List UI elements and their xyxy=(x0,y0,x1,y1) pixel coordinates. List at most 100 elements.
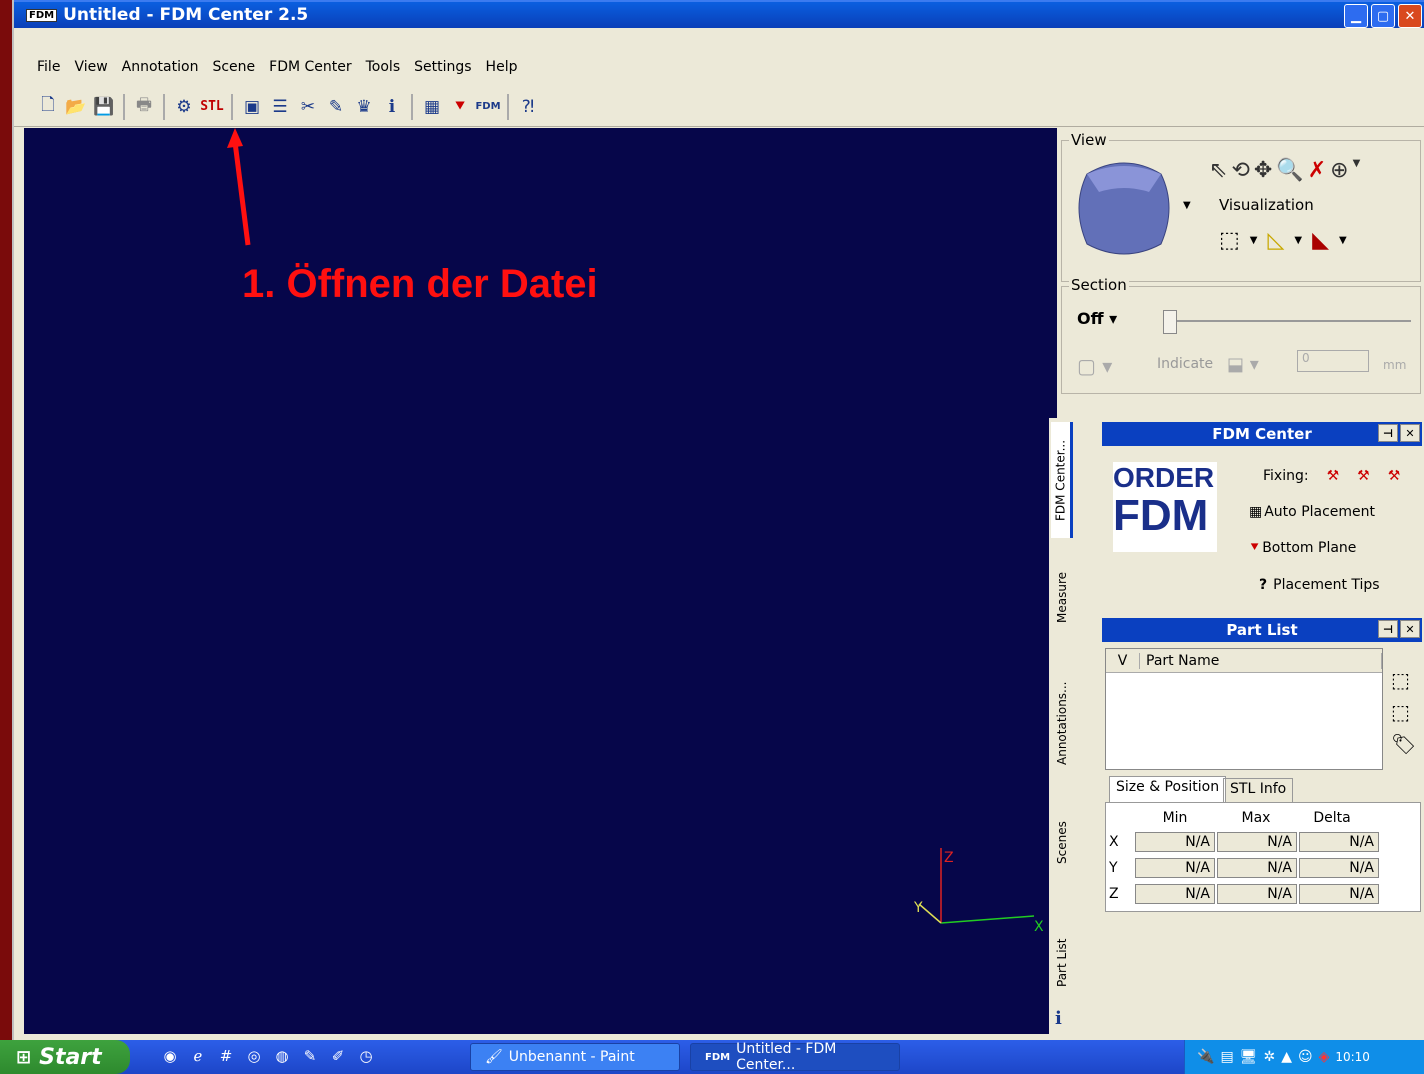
triangle-ruler-icon[interactable]: ◺ xyxy=(1268,228,1285,253)
bottom-plane-icon[interactable]: ⯆ xyxy=(446,93,474,121)
calculator-icon[interactable]: # xyxy=(216,1046,236,1066)
browser-icon[interactable]: ℯ xyxy=(188,1046,208,1066)
section-box-icon[interactable]: ▢ ▾ xyxy=(1077,354,1112,378)
annotation-arrow xyxy=(227,128,251,246)
minimize-button[interactable]: ▁ xyxy=(1344,4,1368,28)
zoom-icon[interactable]: 🔍 xyxy=(1276,158,1303,183)
clock[interactable]: 10:10 xyxy=(1335,1050,1370,1064)
fix-heavy-icon[interactable]: ⚒ xyxy=(1388,468,1401,484)
help-icon[interactable]: ⁈ xyxy=(514,93,542,121)
part-list-header: V Part Name xyxy=(1106,649,1382,673)
z-min-field: N/A xyxy=(1135,884,1215,904)
bottom-plane-icon: ⯆ xyxy=(1249,540,1261,556)
close-button[interactable]: ✕ xyxy=(1398,4,1422,28)
select-arrow-icon[interactable]: ⇖ xyxy=(1209,158,1227,183)
side-tab-fdm-center[interactable]: FDM Center... xyxy=(1051,422,1073,538)
fdm-panel-buttons: ⊣ ✕ xyxy=(1378,424,1420,442)
fix-light-icon[interactable]: ⚒ xyxy=(1327,468,1340,484)
rotate-icon[interactable]: ⟲ xyxy=(1231,158,1249,183)
part-list-table[interactable]: V Part Name xyxy=(1105,648,1383,770)
side-tab-annotations[interactable]: Annotations... xyxy=(1051,668,1073,778)
tab-size-position-label: Size & Position xyxy=(1116,779,1220,795)
section-plane-icon[interactable]: ◣ xyxy=(1312,228,1329,253)
start-label: Start xyxy=(39,1044,102,1070)
section-slider-track[interactable] xyxy=(1171,320,1411,322)
y-max-field: N/A xyxy=(1217,858,1297,878)
panel-close-icon[interactable]: ✕ xyxy=(1400,620,1420,638)
task-fdm-center[interactable]: FDM Untitled - FDM Center... xyxy=(690,1041,900,1073)
app-window: FDM Untitled - FDM Center 2.5 ▁ ▢ ✕ File… xyxy=(14,0,1424,1040)
axis-x-label: X xyxy=(1034,919,1044,935)
dropdown-icon[interactable]: ▼ xyxy=(1339,235,1347,246)
tab-stl-info[interactable]: STL Info xyxy=(1223,778,1294,802)
section-slider-thumb[interactable] xyxy=(1163,310,1177,334)
rotate-part-icon[interactable]: ⬚ xyxy=(1391,700,1416,724)
zoom-dropdown-icon[interactable]: ▼ xyxy=(1353,158,1361,183)
y-min-field: N/A xyxy=(1135,858,1215,878)
quicklaunch-app-icon[interactable]: ◉ xyxy=(160,1046,180,1066)
placement-tips-button[interactable]: ? Placement Tips xyxy=(1259,577,1380,593)
col-visible[interactable]: V xyxy=(1106,652,1140,669)
network-icon[interactable]: 🔌 xyxy=(1197,1049,1214,1065)
section-dropdown[interactable]: Off ▾ xyxy=(1077,309,1117,328)
brush-icon[interactable]: ✐ xyxy=(328,1046,348,1066)
quick-launch: ◉ ℯ # ◎ ◍ ✎ ✐ ◷ xyxy=(160,1046,376,1066)
z-max-field: N/A xyxy=(1217,884,1297,904)
task-label: Untitled - FDM Center... xyxy=(736,1041,837,1073)
x-max-field: N/A xyxy=(1217,832,1297,852)
side-tab-strip: FDM Center... Measure Annotations... Sce… xyxy=(1049,418,1077,1034)
auto-placement-icon[interactable]: ▦ xyxy=(418,93,446,121)
auto-placement-label: Auto Placement xyxy=(1264,504,1376,520)
side-tab-info-icon[interactable]: i xyxy=(1055,1008,1062,1029)
monitor-icon[interactable]: 🖥 xyxy=(1240,1049,1258,1065)
view-dropdown-icon[interactable]: ▼ xyxy=(1183,200,1191,211)
tool-icon[interactable]: ✎ xyxy=(300,1046,320,1066)
bottom-plane-button[interactable]: ⯆ Bottom Plane xyxy=(1249,540,1356,556)
media-icon[interactable]: ◎ xyxy=(244,1046,264,1066)
auto-placement-icon: ▦ xyxy=(1249,504,1263,520)
part-tools: ⬚ ⬚ 🏷 xyxy=(1391,668,1416,756)
indicate-icon[interactable]: ⬓ ▾ xyxy=(1227,354,1259,375)
unit-label: mm xyxy=(1383,358,1407,372)
fdm-center-title: FDM Center ⊣ ✕ xyxy=(1102,422,1422,446)
size-row-x: X N/A N/A N/A xyxy=(1109,832,1379,852)
dropdown-icon[interactable]: ▼ xyxy=(1250,235,1258,246)
x-min-field: N/A xyxy=(1135,832,1215,852)
section-label: Section xyxy=(1069,276,1129,294)
side-tab-measure[interactable]: Measure xyxy=(1051,558,1073,638)
antivirus-icon[interactable]: ◈ xyxy=(1319,1049,1330,1065)
gear-tray-icon[interactable]: ✲ xyxy=(1263,1049,1275,1065)
col-part-name[interactable]: Part Name xyxy=(1140,652,1382,669)
wireframe-cube-icon[interactable]: ⬚ xyxy=(1219,228,1240,253)
clock-app-icon[interactable]: ◷ xyxy=(356,1046,376,1066)
side-tab-part-list[interactable]: Part List xyxy=(1051,928,1073,998)
task-paint[interactable]: 🖌 Unbenannt - Paint xyxy=(470,1043,680,1071)
fdm-icon[interactable]: FDM xyxy=(474,93,502,121)
menu-help[interactable]: Help xyxy=(479,59,525,75)
scale-part-icon[interactable]: ⬚ xyxy=(1391,668,1416,692)
zoom-box-icon[interactable]: ✗ xyxy=(1308,158,1326,183)
start-button[interactable]: ⊞ Start xyxy=(0,1040,130,1074)
side-tab-scenes[interactable]: Scenes xyxy=(1051,808,1073,878)
menu-settings[interactable]: Settings xyxy=(407,59,478,75)
chat-icon[interactable]: ☺ xyxy=(1298,1049,1313,1065)
panel-close-icon[interactable]: ✕ xyxy=(1400,424,1420,442)
zoom-in-icon[interactable]: ⊕ xyxy=(1330,158,1348,183)
order-fdm-logo[interactable]: ORDER FDM xyxy=(1113,462,1217,552)
desktop: FDM Untitled - FDM Center 2.5 ▁ ▢ ✕ File… xyxy=(0,0,1424,1074)
auto-placement-button[interactable]: ▦ Auto Placement xyxy=(1249,504,1375,520)
maximize-button[interactable]: ▢ xyxy=(1371,4,1395,28)
tag-icon[interactable]: 🏷 xyxy=(1391,732,1416,756)
pin-icon[interactable]: ⊣ xyxy=(1378,620,1398,638)
firefox-icon[interactable]: ◍ xyxy=(272,1046,292,1066)
pin-icon[interactable]: ⊣ xyxy=(1378,424,1398,442)
system-tray: 🔌 ▤ 🖥 ✲ ▲ ☺ ◈ 10:10 xyxy=(1184,1040,1424,1074)
fdm-tray-icon[interactable]: ▤ xyxy=(1220,1049,1233,1065)
pan-icon[interactable]: ✥ xyxy=(1254,158,1272,183)
section-offset-input[interactable]: 0 xyxy=(1297,350,1369,372)
dropdown-icon[interactable]: ▼ xyxy=(1294,235,1302,246)
tab-size-position[interactable]: Size & Position xyxy=(1109,776,1227,802)
fix-medium-icon[interactable]: ⚒ xyxy=(1357,468,1370,484)
update-icon[interactable]: ▲ xyxy=(1281,1049,1292,1065)
view-cube-icon[interactable] xyxy=(1069,152,1179,262)
